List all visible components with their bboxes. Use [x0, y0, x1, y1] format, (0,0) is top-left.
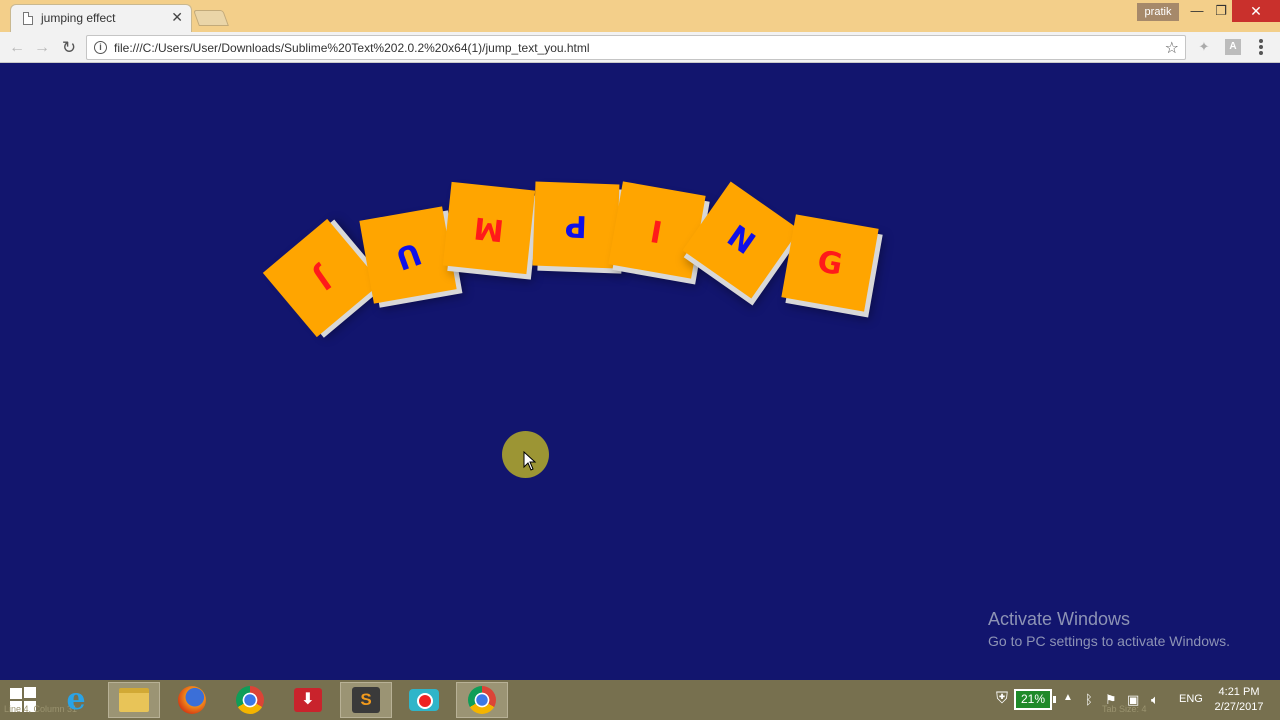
letter-tile-i: I [608, 181, 706, 279]
letter-g: G [814, 243, 846, 283]
back-arrow-icon[interactable]: ← [6, 37, 28, 59]
letter-tile-m: M [442, 181, 536, 275]
bookmark-star-icon[interactable]: ☆ [1165, 38, 1179, 58]
firefox-icon [178, 686, 206, 714]
maximize-button[interactable]: ❐ [1207, 0, 1235, 22]
letter-n: N [720, 218, 762, 262]
taskbar-chrome-active[interactable] [456, 682, 508, 718]
forward-arrow-icon[interactable]: → [31, 37, 53, 59]
taskbar-chrome[interactable] [224, 682, 276, 718]
activate-windows-watermark: Activate Windows Go to PC settings to ac… [988, 609, 1230, 649]
chrome-icon [468, 686, 496, 714]
new-tab-button[interactable] [193, 10, 229, 26]
url-text[interactable]: file:///C:/Users/User/Downloads/Sublime%… [114, 41, 590, 55]
taskbar-firefox[interactable] [166, 682, 218, 718]
page-content: J U M P I N G Activate Windows Go to PC settin… [0, 64, 1280, 680]
letter-tile-g: G [781, 214, 879, 312]
taskbar-file-explorer[interactable] [108, 682, 160, 718]
letter-tile-p: P [532, 181, 620, 269]
tab-jumping-effect[interactable]: jumping effect ✕ [10, 4, 192, 32]
letter-j: J [307, 260, 337, 296]
flag-icon[interactable]: ⚑ [1105, 692, 1117, 708]
chrome-icon [236, 686, 264, 714]
idm-icon: ⬇ [294, 688, 322, 712]
page-icon [23, 12, 33, 25]
taskbar-idm[interactable]: ⬇ [282, 682, 334, 718]
letter-tile-u: U [359, 206, 457, 304]
clock-time: 4:21 PM [1218, 686, 1260, 698]
watermark-subtitle: Go to PC settings to activate Windows. [988, 633, 1230, 649]
reload-icon[interactable]: ↻ [58, 37, 80, 59]
letter-m: M [472, 209, 506, 247]
ie-icon: e [66, 682, 86, 717]
extension-pdf-icon[interactable]: A [1225, 39, 1241, 55]
windows-taskbar: Line 4, Column 31 e ⬇ S Tab Size: 4 ⛨ 21… [0, 680, 1280, 720]
extension-puzzle-icon[interactable]: ✦ [1196, 39, 1212, 55]
letter-i: I [648, 211, 666, 249]
taskbar-ie[interactable]: e [50, 682, 102, 718]
tab-title: jumping effect [41, 11, 116, 25]
sublime-icon: S [352, 687, 380, 713]
folder-icon [119, 688, 149, 712]
network-icon[interactable]: ▣ [1127, 692, 1139, 708]
menu-dots-icon[interactable] [1254, 38, 1268, 56]
show-hidden-icons-icon[interactable]: ▲ [1063, 692, 1073, 703]
volume-icon[interactable]: 🔈︎ [1151, 692, 1159, 708]
bluetooth-icon[interactable]: ᛒ [1085, 692, 1093, 707]
battery-indicator[interactable]: 21% [1014, 689, 1056, 710]
browser-title-bar: jumping effect ✕ pratik — ❐ ✕ [0, 0, 1280, 32]
close-window-button[interactable]: ✕ [1232, 0, 1280, 22]
letter-p: P [564, 207, 588, 243]
address-bar[interactable]: i file:///C:/Users/User/Downloads/Sublim… [86, 35, 1186, 60]
language-indicator[interactable]: ENG [1179, 693, 1203, 705]
browser-toolbar: ← → ↻ i file:///C:/Users/User/Downloads/… [0, 32, 1280, 63]
tab-close-icon[interactable]: ✕ [171, 9, 183, 26]
system-clock[interactable]: 4:21 PM 2/27/2017 [1210, 685, 1268, 715]
shield-icon[interactable]: ⛨ [996, 690, 1008, 708]
profile-user-badge[interactable]: pratik [1137, 3, 1179, 21]
info-icon[interactable]: i [94, 41, 107, 54]
clock-date: 2/27/2017 [1214, 701, 1264, 713]
watermark-title: Activate Windows [988, 609, 1131, 629]
taskbar-sublime[interactable]: S [340, 682, 392, 718]
recorder-icon [409, 689, 439, 711]
letter-u: U [390, 234, 426, 276]
taskbar-recorder[interactable] [398, 682, 450, 718]
